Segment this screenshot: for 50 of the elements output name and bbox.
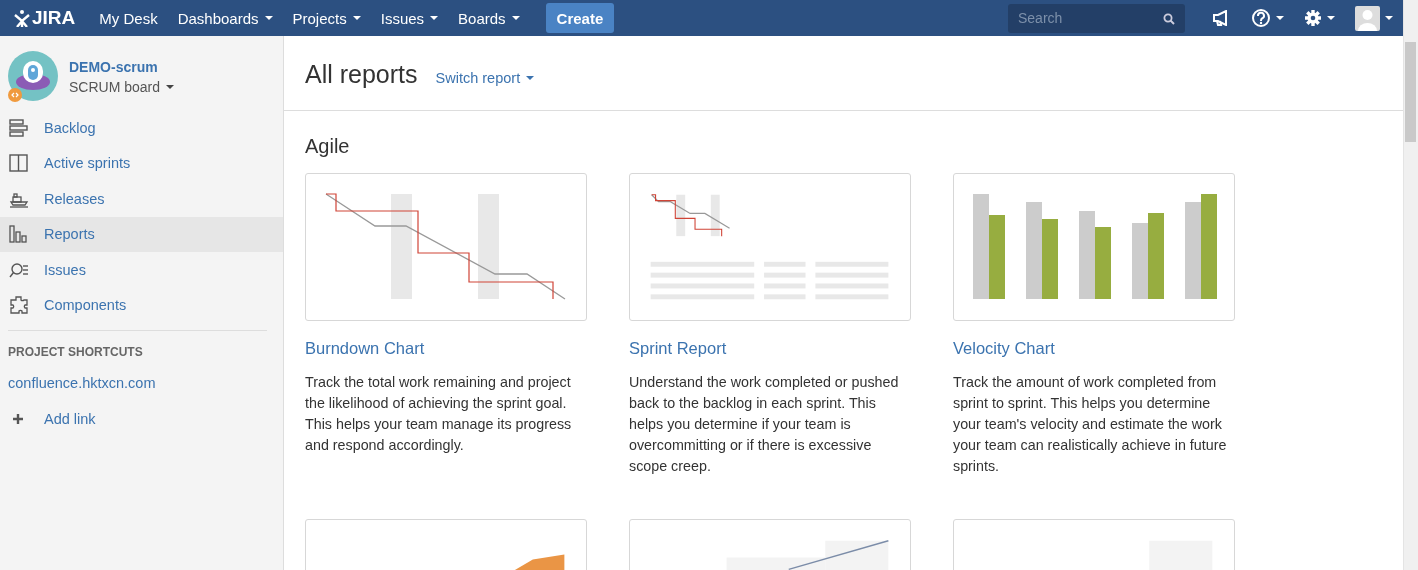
report-thumbnail[interactable] [305,173,587,321]
section-heading: PROJECT SHORTCUTS [7,344,144,359]
caret-icon [264,16,273,20]
nav-menu[interactable]: My Desk [89,0,168,36]
nav-menu[interactable]: Dashboards [167,0,283,36]
project-avatar [8,51,59,102]
search-field[interactable]: Search [1008,3,1185,33]
shortcut-link[interactable]: confluence.hktxcn.com [0,359,164,401]
scrollbar[interactable] [1403,0,1418,570]
caret-icon [1385,16,1393,20]
nav-menu[interactable]: Issues [370,0,449,36]
caret-icon [511,16,520,20]
caret-icon [166,84,175,89]
board-selector[interactable]: SCRUM board [69,78,175,95]
user-avatar[interactable] [1355,5,1393,31]
search-icon[interactable] [1163,12,1175,25]
report-title-link[interactable]: Velocity Chart [953,339,1055,358]
report-thumbnail[interactable] [953,173,1235,321]
backlog-icon [8,117,30,138]
help-icon[interactable] [1251,8,1284,28]
page-title: All reports [305,60,418,89]
sidebar-item[interactable]: Issues [0,252,283,288]
section-title: Agile [305,135,351,158]
board-columns-icon [8,153,30,174]
sidebar-item[interactable]: Active sprints [0,145,283,181]
report-description: Understand the work completed or pushed back to the backlog in each sprint. This helps you determine if your team is overcommitting or if there is excessive scope creep. [629,373,900,476]
nav-menu[interactable]: Projects [282,0,371,36]
report-description: Track the amount of work completed from sprint to sprint. This helps you determine your team's velocity and estimate the work your team can realistically achieve in future sprints. [953,373,1228,476]
caret-icon [1327,16,1335,20]
caret-icon [352,16,361,20]
settings-icon[interactable] [1304,9,1335,27]
bar-chart-icon [8,224,30,245]
create-button[interactable]: Create [545,3,615,33]
switch-report-menu[interactable]: Switch report [435,70,535,86]
caret-icon [526,76,535,80]
jira-logo[interactable]: JIRA [14,7,76,29]
sidebar-item[interactable]: Components [0,287,283,323]
caret-icon [430,16,439,20]
completed-bar [1095,227,1111,299]
report-title-link[interactable]: Sprint Report [629,339,727,358]
add-link[interactable]: Add link [0,401,283,437]
report-title-link[interactable]: Burndown Chart [305,339,425,358]
sidebar-item[interactable]: Backlog [0,110,283,146]
sidebar-item[interactable]: Releases [0,181,283,217]
report-description: Track the total work remaining and project the likelihood of achieving the sprint goal. This helps your team manage its progress and respond accordingly. [305,373,573,455]
puzzle-icon [8,295,30,316]
nav-menu[interactable]: Boards [448,0,530,36]
sidebar-item[interactable]: Reports [0,216,283,252]
project-name[interactable]: DEMO-scrum [69,58,175,75]
caret-icon [1276,16,1284,20]
